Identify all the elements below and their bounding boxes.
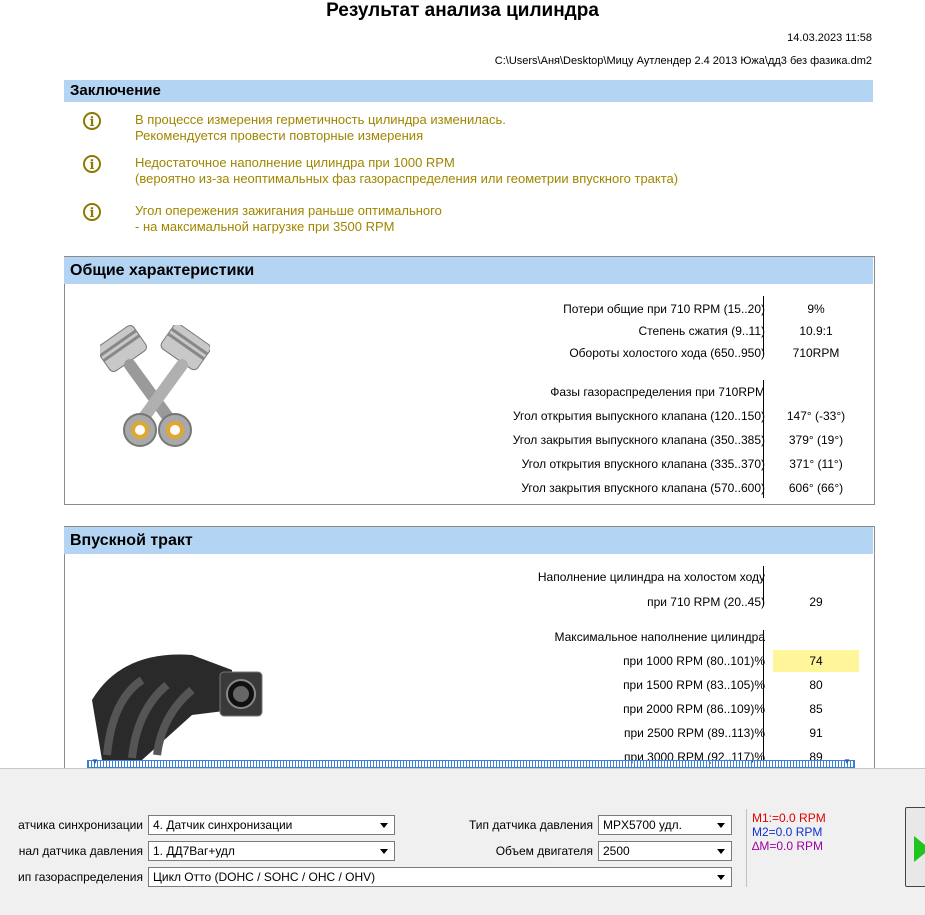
conclusion-text: В процессе измерения герметичность цилин… <box>135 112 506 143</box>
info-icon: i <box>83 203 101 221</box>
chevron-down-icon <box>717 849 725 854</box>
phase-row-value: 371° (11°) <box>789 457 843 471</box>
play-icon <box>914 836 925 862</box>
pressure-channel-label: нал датчика давления <box>18 844 143 858</box>
general-row-value: 710RPM <box>792 346 840 360</box>
phase-row-label: Угол открытия впускного клапана (335..37… <box>521 457 765 471</box>
phase-row-label: Угол закрытия выпускного клапана (350..3… <box>512 433 765 447</box>
intake-row-label: при 1000 RPM (80..101)% <box>623 654 765 668</box>
phase-row-label: Угол открытия выпускного клапана (120..1… <box>512 409 765 423</box>
intake-header: Впускной тракт <box>64 527 873 554</box>
intake-row-label: при 2500 RPM (89..113)% <box>623 726 765 740</box>
timing-type-label: ип газораспределения <box>18 870 143 884</box>
sync-sensor-select[interactable]: 4. Датчик синхронизации <box>148 815 395 835</box>
conclusion-text: Недостаточное наполнение цилиндра при 10… <box>135 155 679 186</box>
intake-row-value: 80 <box>809 678 823 692</box>
intake-row-value-highlighted: 74 <box>773 650 859 672</box>
report-title: Результат анализа цилиндра <box>326 0 599 21</box>
settings-panel: атчика синхронизации 4. Датчик синхрониз… <box>0 768 925 915</box>
phase-row-label: Угол закрытия впускного клапана (570..60… <box>521 481 765 495</box>
phase-row-value: 147° (-33°) <box>786 409 846 423</box>
report-view: Результат анализа цилиндра 14.03.2023 11… <box>0 0 925 768</box>
info-icon: i <box>83 112 101 130</box>
general-row-value: 9% <box>807 302 825 316</box>
sync-sensor-label: атчика синхронизации <box>18 818 143 832</box>
scroll-right-icon[interactable]: ▼ <box>843 757 851 766</box>
general-row-value: 10.9:1 <box>799 324 833 338</box>
report-datetime: 14.03.2023 11:58 <box>787 32 872 44</box>
delta-m-readout: ∆M=0.0 RPM <box>752 839 824 853</box>
intake-idle-label: при 710 RPM (20..45) <box>647 595 765 609</box>
engine-volume-select[interactable]: 2500 <box>598 841 732 861</box>
pressure-channel-select[interactable]: 1. ДД7Вaг+удл <box>148 841 395 861</box>
intake-row-label: при 1500 RPM (83..105)% <box>623 678 765 692</box>
intake-idle-label: Наполнение цилиндра на холостом ходу <box>537 570 765 584</box>
general-row-label: Степень сжатия (9..11) <box>638 324 765 338</box>
chevron-down-icon <box>717 875 725 880</box>
intake-max-title: Максимальное наполнение цилиндра <box>554 630 766 644</box>
start-button[interactable] <box>905 807 925 887</box>
scroll-left-icon[interactable]: ▼ <box>91 757 99 766</box>
engine-volume-label: Объем двигателя <box>495 844 593 858</box>
m1-readout: M1:=0.0 RPM <box>752 811 826 825</box>
general-row-label: Обороты холостого хода (650..950) <box>569 346 765 360</box>
intake-row-value: 85 <box>809 702 823 716</box>
info-icon: i <box>83 155 101 173</box>
m2-readout: M2=0.0 RPM <box>752 825 823 839</box>
phases-title: Фазы газораспределения при 710RPM <box>550 385 765 399</box>
intake-manifold-image <box>92 654 263 760</box>
pressure-type-select[interactable]: MPX5700 удл. <box>598 815 732 835</box>
phase-row-value: 379° (19°) <box>788 433 844 447</box>
pressure-type-label: Тип датчика давления <box>468 818 593 832</box>
phase-row-value: 606° (66°) <box>788 481 844 495</box>
chevron-down-icon <box>717 823 725 828</box>
timing-type-select[interactable]: Цикл Отто (DOHC / SOHC / OHC / OHV) <box>148 867 732 887</box>
intake-row-label: при 2000 RPM (86..109)% <box>623 702 765 716</box>
chevron-down-icon <box>380 823 388 828</box>
general-row-label: Потери общие при 710 RPM (15..20) <box>563 302 765 316</box>
intake-idle-value: 29 <box>809 595 823 609</box>
chevron-down-icon <box>380 849 388 854</box>
report-filepath: C:\Users\Аня\Desktop\Мицу Аутлендер 2.4 … <box>494 55 872 67</box>
pistons-image <box>100 325 210 447</box>
conclusion-text: Угол опережения зажигания раньше оптимал… <box>135 203 442 234</box>
intake-row-value: 91 <box>809 726 823 740</box>
general-header: Общие характеристики <box>64 257 873 284</box>
conclusion-header: Заключение <box>64 80 873 102</box>
horizontal-scrollbar[interactable]: ▼ ▼ <box>87 757 855 768</box>
